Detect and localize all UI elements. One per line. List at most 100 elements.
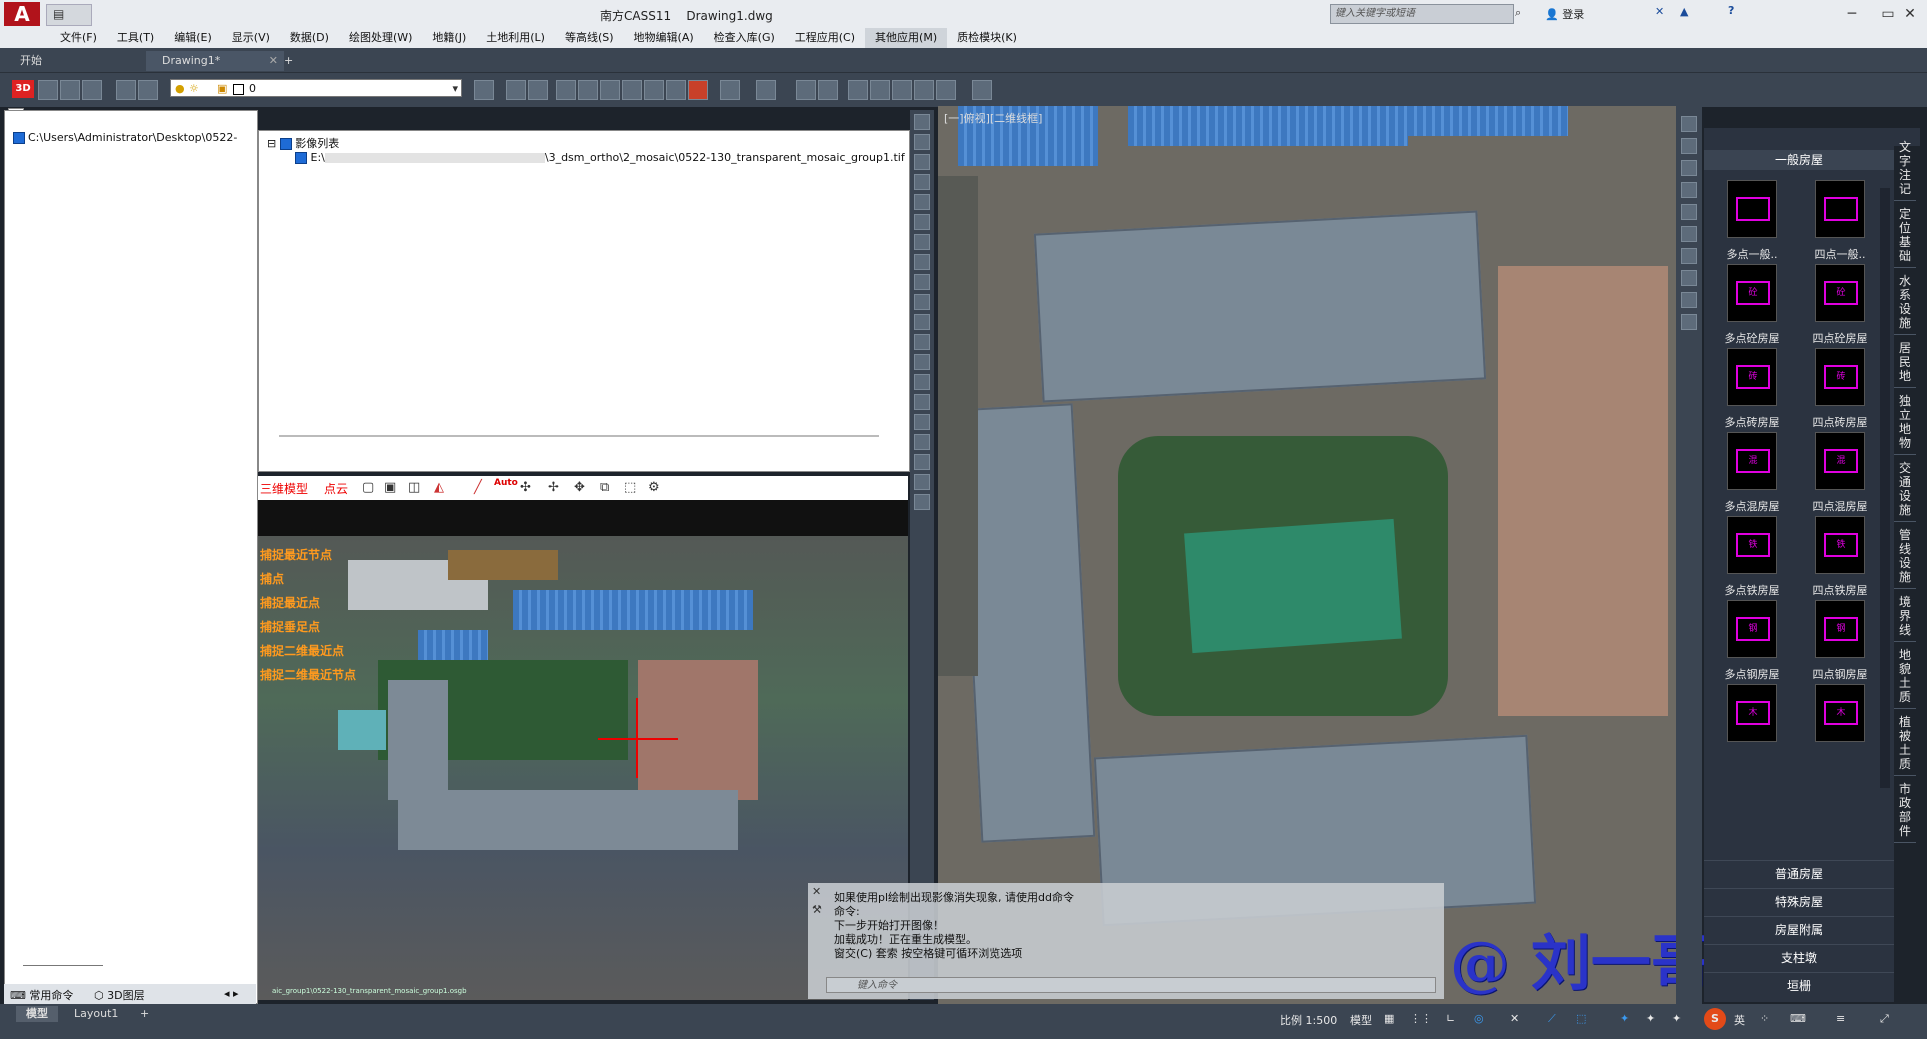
image-icon[interactable] xyxy=(38,80,58,100)
snap-option[interactable]: 捕捉垂足点 xyxy=(260,618,320,635)
palette-side-tab[interactable]: 独立地物 xyxy=(1894,394,1916,455)
snap-option[interactable]: 捕捉二维最近节点 xyxy=(260,666,356,683)
tab-3d-layers[interactable]: ⬡ 3D图层 xyxy=(94,987,145,1003)
edit-tool-icon[interactable] xyxy=(1681,138,1697,154)
draw-tool-icon[interactable] xyxy=(914,474,930,490)
snap-icon[interactable]: ⋮⋮ xyxy=(1410,1012,1432,1025)
wrench-icon[interactable]: ⚒ xyxy=(812,903,822,916)
cube-icon[interactable]: ▣ xyxy=(384,480,396,495)
auto-button[interactable]: Auto xyxy=(494,478,518,488)
layer-properties-icon[interactable] xyxy=(116,80,136,100)
polar-icon[interactable]: ◎ xyxy=(1474,1012,1484,1025)
menu-item[interactable]: 其他应用(M) xyxy=(865,28,948,48)
close-button[interactable]: ✕ xyxy=(1890,0,1927,28)
close-tab-icon[interactable]: ✕ xyxy=(269,51,278,71)
palette-group[interactable]: 特殊房屋 xyxy=(1704,888,1894,915)
menu-item[interactable]: 检查入库(G) xyxy=(704,28,785,48)
checkbox-icon[interactable] xyxy=(13,132,25,144)
menu-item[interactable]: 地籍(J) xyxy=(422,28,476,48)
palette-side-tab[interactable]: 管线设施 xyxy=(1894,528,1916,589)
palette-side-tab[interactable]: 境界线 xyxy=(1894,595,1916,642)
properties-icon[interactable] xyxy=(796,80,816,100)
punctuation-icon[interactable]: ⁘ xyxy=(1760,1012,1769,1025)
zoom-previous-icon[interactable] xyxy=(666,80,686,100)
menu-item[interactable]: 数据(D) xyxy=(280,28,339,48)
minimize-button[interactable]: ─ xyxy=(1832,0,1872,28)
edit-tool-icon[interactable] xyxy=(1681,116,1697,132)
tab-layout1[interactable]: Layout1 xyxy=(64,1006,128,1022)
box-icon[interactable]: ▢ xyxy=(362,480,374,495)
menu-item[interactable]: 绘图处理(W) xyxy=(339,28,422,48)
draw-tool-icon[interactable] xyxy=(914,374,930,390)
snap-option[interactable]: 捕点 xyxy=(260,570,284,587)
quick-access-toolbar[interactable]: ▤ xyxy=(46,4,92,26)
map-icon[interactable] xyxy=(82,80,102,100)
palette-side-tab[interactable]: 定位基础 xyxy=(1894,207,1916,268)
undo-pan-icon[interactable] xyxy=(556,80,576,100)
draw-tool-icon[interactable] xyxy=(914,414,930,430)
tab-start[interactable]: 开始 xyxy=(4,51,160,71)
a360-icon[interactable]: ▲ xyxy=(1680,5,1688,18)
frame-icon[interactable] xyxy=(60,80,80,100)
edit-tool-icon[interactable] xyxy=(1681,160,1697,176)
menu-item[interactable]: 显示(V) xyxy=(222,28,280,48)
layer-dropdown[interactable]: ● ☼ ▣ 0 ▾ xyxy=(170,79,462,97)
draw-tool-icon[interactable] xyxy=(914,154,930,170)
close-icon[interactable]: ✕ xyxy=(812,885,821,898)
mode-3d-model[interactable]: 三维模型 xyxy=(260,480,308,497)
zoom-extents-icon[interactable] xyxy=(644,80,664,100)
menu-item[interactable]: 编辑(E) xyxy=(164,28,222,48)
draw-tool-icon[interactable] xyxy=(914,434,930,450)
copy-icon[interactable]: ⧉ xyxy=(600,480,609,495)
checkbox-icon[interactable] xyxy=(279,138,292,150)
scroll-arrows[interactable]: ◂ ▸ xyxy=(224,987,239,1000)
wall-icon[interactable]: ◫ xyxy=(408,480,420,495)
draw-tool-icon[interactable] xyxy=(914,234,930,250)
draw-line-icon[interactable]: ╱ xyxy=(474,480,482,495)
edit-tool-icon[interactable] xyxy=(1681,204,1697,220)
binoculars-icon[interactable]: ⌕ xyxy=(1515,6,1521,20)
snap-option[interactable]: 捕捉最近点 xyxy=(260,594,320,611)
pencil-icon[interactable] xyxy=(848,80,868,100)
trim-icon[interactable] xyxy=(914,80,934,100)
copy-icon[interactable] xyxy=(892,80,912,100)
menu-item[interactable]: 等高线(S) xyxy=(555,28,624,48)
add-tab-button[interactable]: + xyxy=(280,51,293,71)
tree-root-item[interactable]: C:\Users\Administrator\Desktop\0522- xyxy=(13,131,237,144)
zoom-realtime-icon[interactable] xyxy=(600,80,620,100)
move-icon[interactable] xyxy=(870,80,890,100)
3d-button[interactable]: 3D xyxy=(12,80,34,98)
palette-group[interactable]: 普通房屋 xyxy=(1704,860,1894,887)
lineweight-icon[interactable]: ⟋ xyxy=(1548,1012,1556,1026)
draw-tool-icon[interactable] xyxy=(914,214,930,230)
mode-point-cloud[interactable]: 点云 xyxy=(324,480,348,497)
edit-tool-icon[interactable] xyxy=(1681,248,1697,264)
palette-side-tab[interactable]: 水系设施 xyxy=(1894,274,1916,335)
edit-tool-icon[interactable] xyxy=(1681,182,1697,198)
palette-side-tab[interactable]: 地貌土质 xyxy=(1894,648,1916,709)
horizontal-scrollbar[interactable] xyxy=(279,435,879,437)
palette-side-tab[interactable]: 植被土质 xyxy=(1894,715,1916,776)
draw-tool-icon[interactable] xyxy=(914,454,930,470)
draw-tool-icon[interactable] xyxy=(914,314,930,330)
draw-tool-icon[interactable] xyxy=(914,274,930,290)
redo-icon[interactable] xyxy=(756,80,776,100)
customize-icon[interactable]: ≡ xyxy=(1836,1012,1845,1025)
snap-point-icon[interactable]: ✣ xyxy=(520,480,531,495)
fullscreen-icon[interactable]: ⤢ xyxy=(1880,1012,1889,1026)
measure-icon[interactable]: ✥ xyxy=(574,480,585,495)
palette-symbol[interactable]: 木 xyxy=(1798,684,1882,784)
snap-option[interactable]: 捕捉最近节点 xyxy=(260,546,332,563)
zoom-window-icon[interactable] xyxy=(622,80,642,100)
lineweight-icon[interactable] xyxy=(474,80,494,100)
undo-icon[interactable] xyxy=(720,80,740,100)
design-center-icon[interactable] xyxy=(818,80,838,100)
tab-common-commands[interactable]: ⌨ 常用命令 xyxy=(10,987,73,1003)
edit-tool-icon[interactable] xyxy=(1681,292,1697,308)
help-icon[interactable]: ? xyxy=(1728,4,1734,17)
ime-language[interactable]: 英 xyxy=(1734,1012,1745,1028)
scale-readout[interactable]: 比例 1:500 xyxy=(1280,1012,1337,1028)
draw-tool-icon[interactable] xyxy=(914,174,930,190)
palette-group[interactable]: 房屋附属 xyxy=(1704,916,1894,943)
palette-side-tab[interactable]: 居民地 xyxy=(1894,341,1916,388)
